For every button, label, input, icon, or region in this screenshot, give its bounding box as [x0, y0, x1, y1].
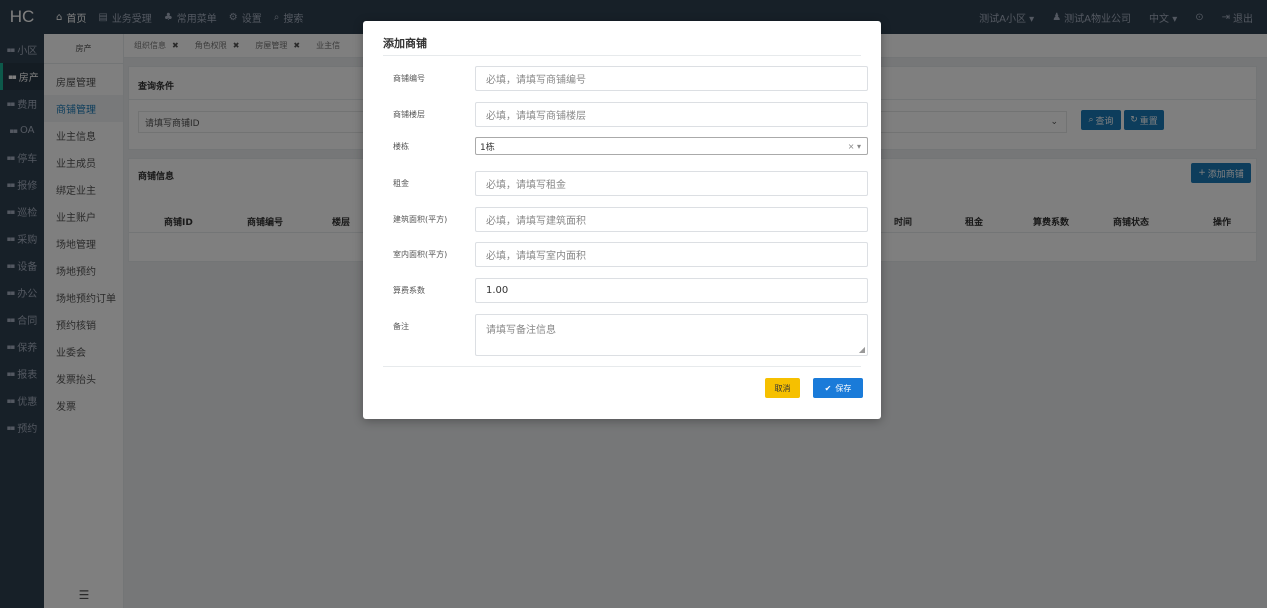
form-row-building: 楼栋 1栋 × ▾: [363, 137, 881, 162]
form-row-built-area: 建筑面积(平方) 必填，请填写建筑面积: [363, 207, 881, 232]
field-label: 商铺楼层: [393, 110, 425, 119]
save-button-label: 保存: [835, 383, 852, 393]
indoor-area-input[interactable]: 必填，请填写室内面积: [475, 242, 868, 267]
form-row-fee-coefficient: 算费系数 1.00: [363, 278, 881, 303]
building-select-value: 1栋: [480, 142, 495, 153]
remark-placeholder: 请填写备注信息: [486, 325, 556, 336]
clear-and-chevron-icon[interactable]: × ▾: [848, 142, 861, 151]
shop-floor-input[interactable]: 必填，请填写商铺楼层: [475, 102, 868, 127]
form-row-indoor-area: 室内面积(平方) 必填，请填写室内面积: [363, 242, 881, 267]
field-label: 商铺编号: [393, 74, 425, 83]
built-area-input[interactable]: 必填，请填写建筑面积: [475, 207, 868, 232]
field-label: 室内面积(平方): [393, 250, 448, 259]
cancel-button[interactable]: 取消: [765, 378, 800, 398]
divider: [383, 55, 861, 56]
resize-handle-icon[interactable]: ◢: [859, 345, 865, 354]
remark-textarea[interactable]: 请填写备注信息 ◢: [475, 314, 868, 356]
form-row-rent: 租金 必填，请填写租金: [363, 171, 881, 196]
divider: [383, 366, 861, 367]
building-select[interactable]: 1栋 × ▾: [475, 137, 868, 155]
form-row-shop-number: 商铺编号 必填，请填写商铺编号: [363, 66, 881, 91]
check-icon: ✔: [824, 383, 832, 393]
shop-number-input[interactable]: 必填，请填写商铺编号: [475, 66, 868, 91]
field-label: 楼栋: [393, 141, 409, 151]
field-label: 备注: [393, 322, 409, 331]
field-label: 建筑面积(平方): [393, 215, 448, 224]
dialog-title: 添加商铺: [383, 37, 427, 50]
rent-input[interactable]: 必填，请填写租金: [475, 171, 868, 196]
field-label: 租金: [393, 179, 409, 188]
add-shop-dialog: 添加商铺 商铺编号 必填，请填写商铺编号 商铺楼层 必填，请填写商铺楼层 楼栋 …: [363, 21, 881, 419]
form-row-shop-floor: 商铺楼层 必填，请填写商铺楼层: [363, 102, 881, 127]
save-button[interactable]: ✔ 保存: [813, 378, 863, 398]
fee-coefficient-input[interactable]: 1.00: [475, 278, 868, 303]
form-row-remark: 备注 请填写备注信息 ◢: [363, 314, 881, 356]
field-label: 算费系数: [393, 286, 425, 295]
